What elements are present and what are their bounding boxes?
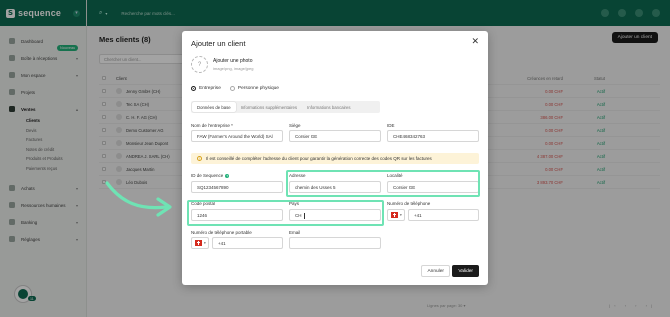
photo-upload-button[interactable]: ? [191, 56, 208, 73]
tab-additional-info[interactable]: Informations supplémentaires [236, 102, 302, 112]
postal-country-highlight [187, 200, 384, 226]
seat-input[interactable]: Corsier GE [289, 130, 381, 142]
radio-label: Personne physique [237, 86, 279, 91]
ide-label: IDE [387, 123, 395, 128]
mobile-input[interactable]: +41 [212, 237, 283, 249]
photo-formats: image/png, image/jpeg [213, 66, 254, 71]
seat-label: Siège [289, 123, 301, 128]
radio-label: Entreprise [199, 86, 221, 91]
client-type-radios: Entreprise Personne physique [191, 86, 279, 91]
address-info-banner: ! Il est conseillé de compléter l'adress… [191, 153, 479, 164]
info-text: Il est conseillé de compléter l'adresse … [206, 156, 432, 161]
add-client-modal: Ajouter un client ✕ ? Ajouter une photo … [182, 31, 488, 285]
sequence-id-label-text: ID de Sequence [191, 173, 224, 178]
radio-person[interactable]: Personne physique [229, 86, 279, 91]
phone-label: Numéro de téléphone [387, 201, 431, 206]
flag-wrap: ▾ [391, 212, 402, 218]
radio-selected-icon [191, 86, 196, 91]
swiss-flag-icon [195, 240, 202, 246]
swiss-flag-icon [391, 212, 398, 218]
phone-country-select[interactable]: ▾ [387, 209, 405, 221]
company-name-label: Nom de l'entreprise * [191, 123, 233, 128]
close-icon[interactable]: ✕ [471, 37, 479, 47]
tab-bank-info[interactable]: Informations bancaires [302, 102, 355, 112]
email-input[interactable] [289, 237, 381, 249]
info-icon: ! [197, 156, 202, 161]
company-name-input[interactable]: FAW (Farmer's Around the World) SAl [191, 130, 283, 142]
radio-empty-icon [229, 86, 235, 91]
sequence-id-label: ID de Sequence? [191, 173, 230, 178]
phone-input[interactable]: +41 [408, 209, 479, 221]
tab-basic-data[interactable]: Données de base [192, 102, 236, 112]
mobile-label: Numéro de téléphone portable [191, 230, 252, 235]
address-highlight [286, 170, 480, 197]
sequence-id-input[interactable]: SQ1234567890 [191, 181, 283, 193]
mobile-country-select[interactable]: ▾ [191, 237, 209, 249]
ide-input[interactable]: CHE468342763 [387, 130, 479, 142]
email-label: Email [289, 230, 301, 235]
modal-title: Ajouter un client [191, 39, 246, 48]
modal-tabs: Données de base Informations supplémenta… [191, 101, 380, 113]
photo-title[interactable]: Ajouter une photo [213, 58, 252, 64]
save-button[interactable]: Valider [452, 265, 479, 277]
question-icon: ? [197, 61, 202, 68]
radio-company[interactable]: Entreprise [191, 86, 221, 91]
cancel-button[interactable]: Annuler [421, 265, 450, 277]
help-icon[interactable]: ? [225, 173, 230, 178]
flag-wrap: ▾ [195, 240, 206, 246]
